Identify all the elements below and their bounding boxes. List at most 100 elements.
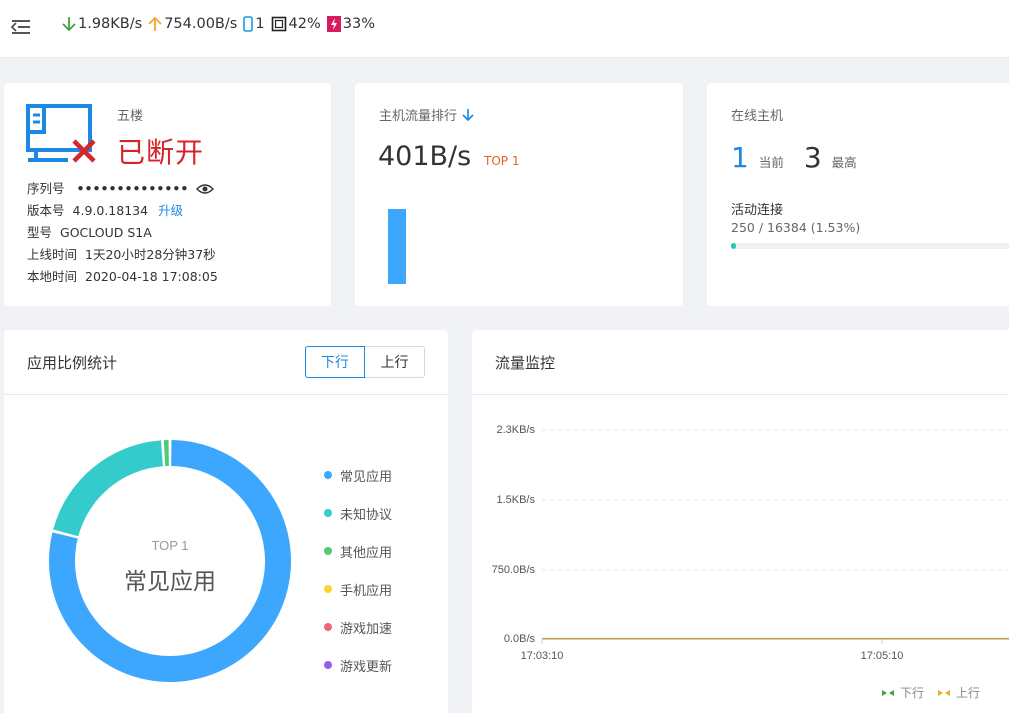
cpu-icon <box>271 16 286 32</box>
devices-count: 1 <box>255 16 265 32</box>
flow-rank-title-text: 主机流量排行 <box>379 109 458 124</box>
y-tick-label: 750.0B/s <box>492 564 536 576</box>
legend-dot-icon <box>324 585 332 593</box>
legend-dot-icon <box>324 623 332 631</box>
legend-uplink-label: 上行 <box>956 686 981 700</box>
devices-stat: 1 <box>243 16 265 32</box>
legend-label: 手机应用 <box>340 583 393 599</box>
y-tick-label: 2.3KB/s <box>496 424 535 436</box>
online-current-label: 当前 <box>758 155 784 170</box>
y-tick-label: 0.0B/s <box>504 633 536 645</box>
version-value: 4.9.0.18134 <box>72 203 149 218</box>
app-stats-header: 应用比例统计 下行 上行 <box>4 330 448 395</box>
active-conn-progress <box>731 243 1009 249</box>
legend-downlink[interactable]: 下行 <box>882 684 924 701</box>
device-card: 五楼 已断开 序列号 •••••••••••••• 版本号 4.9.0.1813… <box>4 83 331 306</box>
legend-item[interactable]: 其他应用 <box>324 532 392 570</box>
legend-uplink[interactable]: 上行 <box>938 684 980 701</box>
device-name: 五楼 <box>117 109 144 124</box>
tab-downlink[interactable]: 下行 <box>305 346 365 378</box>
legend-item[interactable]: 手机应用 <box>324 570 392 608</box>
donut-center-label: TOP 1 <box>151 538 188 553</box>
upgrade-link[interactable]: 升级 <box>158 200 183 222</box>
active-conn-value: 250 / 16384 (1.53%) <box>731 220 861 235</box>
upload-stat: 754.00B/s <box>148 16 237 32</box>
legend-dot-icon <box>324 547 332 555</box>
traffic-monitor-title: 流量监控 <box>495 354 556 372</box>
download-speed: 1.98KB/s <box>78 16 143 32</box>
localtime-row: 本地时间 2020-04-18 17:08:05 <box>27 266 218 288</box>
donut-slice-1[interactable] <box>53 440 163 537</box>
legend-up-marker-icon <box>938 689 951 696</box>
app-stats-title: 应用比例统计 <box>27 354 118 372</box>
device-disconnected-icon <box>26 104 96 163</box>
online-hosts-row: 1 当前 3 最高 <box>731 141 857 174</box>
online-max-value: 3 <box>803 141 822 174</box>
donut-slice-2[interactable] <box>163 440 169 467</box>
legend-down-marker-icon <box>882 689 894 696</box>
active-conn-progress-fill <box>731 243 736 249</box>
legend-dot-icon <box>324 509 332 517</box>
model-value: GOCLOUD S1A <box>60 225 152 240</box>
memory-stat: 33% <box>326 16 376 32</box>
direction-toggle: 下行 上行 <box>305 346 425 378</box>
online-current-value: 1 <box>731 141 749 174</box>
serial-value: •••••••••••••• <box>76 181 189 196</box>
serial-label: 序列号 <box>27 181 65 196</box>
legend-dot-icon <box>324 471 332 479</box>
online-hosts-card: 在线主机 1 当前 3 最高 活动连接 250 / 16384 (1.53%) <box>707 83 1009 306</box>
model-label: 型号 <box>27 225 53 240</box>
version-row: 版本号 4.9.0.18134 升级 <box>27 200 218 222</box>
active-conn-title: 活动连接 <box>731 203 784 218</box>
flow-rank-title[interactable]: 主机流量排行 <box>379 105 475 124</box>
donut-center-name: 常见应用 <box>124 569 216 595</box>
flow-rank-value: 401B/s <box>378 141 472 172</box>
traffic-monitor-card: 流量监控 2.3KB/s 1.5KB/s 750.0B/s 0.0B/s 17:… <box>472 330 1009 713</box>
status-stats: 1.98KB/s 754.00B/s 1 42% 33% <box>62 16 381 32</box>
legend-label: 其他应用 <box>340 545 393 561</box>
legend-label: 常见应用 <box>340 469 393 485</box>
x-tick-label: 17:05:10 <box>861 650 904 662</box>
online-max-label: 最高 <box>831 155 857 170</box>
uptime-value: 1天20小时28分钟37秒 <box>85 247 216 262</box>
online-hosts-title: 在线主机 <box>731 109 784 124</box>
cpu-stat: 42% <box>271 16 321 32</box>
memory-usage: 33% <box>342 16 376 32</box>
y-tick-label: 1.5KB/s <box>496 494 535 506</box>
model-row: 型号 GOCLOUD S1A <box>27 222 218 244</box>
legend-dot-icon <box>324 661 332 669</box>
upload-speed: 754.00B/s <box>164 16 238 32</box>
legend-item[interactable]: 未知协议 <box>324 494 392 532</box>
traffic-legend: 下行 上行 <box>882 684 994 701</box>
device-info-list: 序列号 •••••••••••••• 版本号 4.9.0.18134 升级 型号… <box>27 178 218 288</box>
phone-icon <box>243 16 254 32</box>
uptime-row: 上线时间 1天20小时28分钟37秒 <box>27 244 218 266</box>
legend-item[interactable]: 游戏加速 <box>324 608 392 646</box>
sort-down-icon[interactable] <box>461 108 475 122</box>
flow-rank-bar <box>388 209 406 284</box>
app-legend: 常见应用未知协议其他应用手机应用游戏加速游戏更新 <box>324 456 392 684</box>
x-tick-label: 17:03:10 <box>521 650 564 662</box>
localtime-value: 2020-04-18 17:08:05 <box>85 269 218 284</box>
memory-icon <box>326 16 341 32</box>
localtime-label: 本地时间 <box>27 269 78 284</box>
legend-label: 游戏加速 <box>340 621 393 637</box>
legend-item[interactable]: 常见应用 <box>324 456 392 494</box>
menu-toggle-icon[interactable] <box>10 17 32 37</box>
legend-downlink-label: 下行 <box>900 686 925 700</box>
uptime-label: 上线时间 <box>27 247 78 262</box>
arrow-down-icon <box>62 17 76 32</box>
legend-label: 游戏更新 <box>340 659 393 675</box>
serial-row: 序列号 •••••••••••••• <box>27 178 218 200</box>
version-label: 版本号 <box>27 203 65 218</box>
flow-rank-badge: TOP 1 <box>484 154 520 168</box>
download-stat: 1.98KB/s <box>62 16 142 32</box>
tab-uplink[interactable]: 上行 <box>365 346 425 378</box>
traffic-line-chart: 2.3KB/s 1.5KB/s 750.0B/s 0.0B/s 17:03:10… <box>492 424 1009 662</box>
legend-label: 未知协议 <box>340 507 393 523</box>
app-stats-card: 应用比例统计 下行 上行 TOP 1 常见应用 常见应用 未知协议 其他应用 手机应用… <box>4 330 448 713</box>
legend-item[interactable]: 游戏更新 <box>324 646 392 684</box>
top-bar: 1.98KB/s 754.00B/s 1 42% 33% <box>0 0 1009 58</box>
eye-icon[interactable] <box>196 183 215 195</box>
arrow-up-icon <box>148 16 162 31</box>
